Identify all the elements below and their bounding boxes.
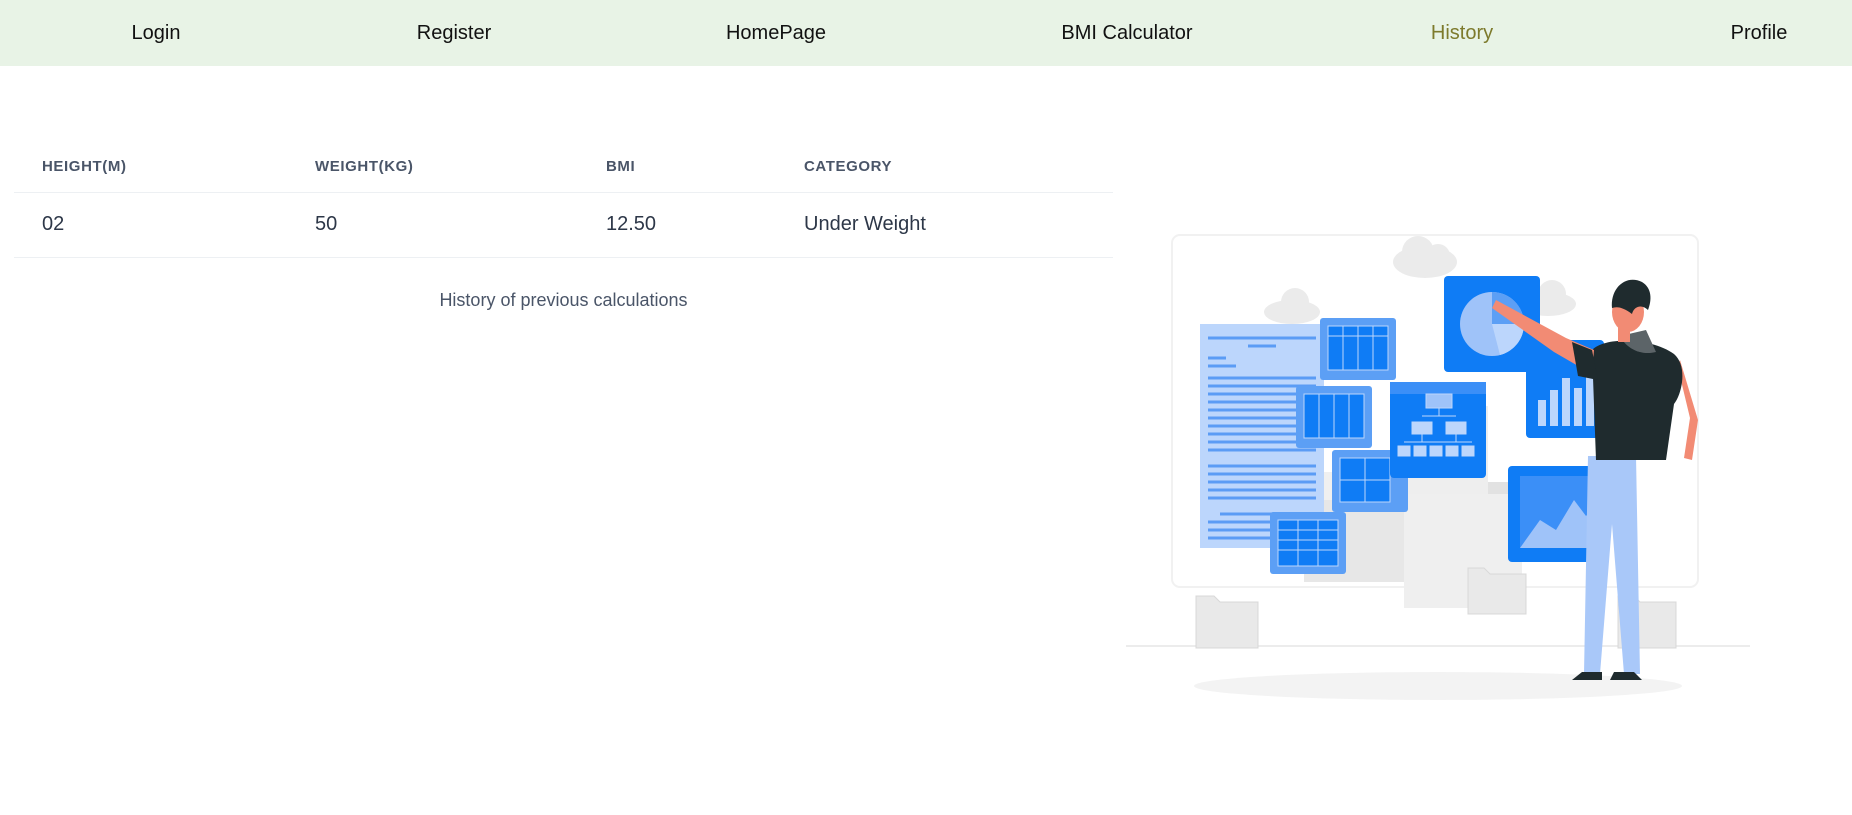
cell-weight: 50 [315, 213, 338, 235]
history-table: HEIGHT(M) WEIGHT(KG) BMI CATEGORY 02 50 … [14, 140, 1113, 258]
nav-bmi-calculator-link[interactable]: BMI Calculator [1061, 0, 1192, 66]
nav-login-link[interactable]: Login [132, 0, 181, 66]
nav-homepage-link[interactable]: HomePage [726, 0, 826, 66]
table-row: 02 50 12.50 Under Weight [14, 193, 1113, 258]
table-header-row: HEIGHT(M) WEIGHT(KG) BMI CATEGORY [14, 140, 1113, 193]
nav-history-link[interactable]: History [1431, 0, 1493, 66]
nav-register-link[interactable]: Register [417, 0, 491, 66]
header-category: CATEGORY [804, 158, 893, 175]
header-height: HEIGHT(M) [42, 158, 127, 175]
header-bmi: BMI [606, 158, 636, 175]
data-analysis-illustration [1126, 234, 1750, 700]
header-weight: WEIGHT(KG) [315, 158, 414, 175]
cell-height: 02 [42, 213, 65, 235]
top-nav: Login Register HomePage BMI Calculator H… [0, 0, 1852, 66]
nav-profile-link[interactable]: Profile [1731, 0, 1788, 66]
cell-bmi: 12.50 [606, 213, 657, 235]
cell-category: Under Weight [804, 213, 926, 235]
table-caption: History of previous calculations [439, 290, 688, 310]
